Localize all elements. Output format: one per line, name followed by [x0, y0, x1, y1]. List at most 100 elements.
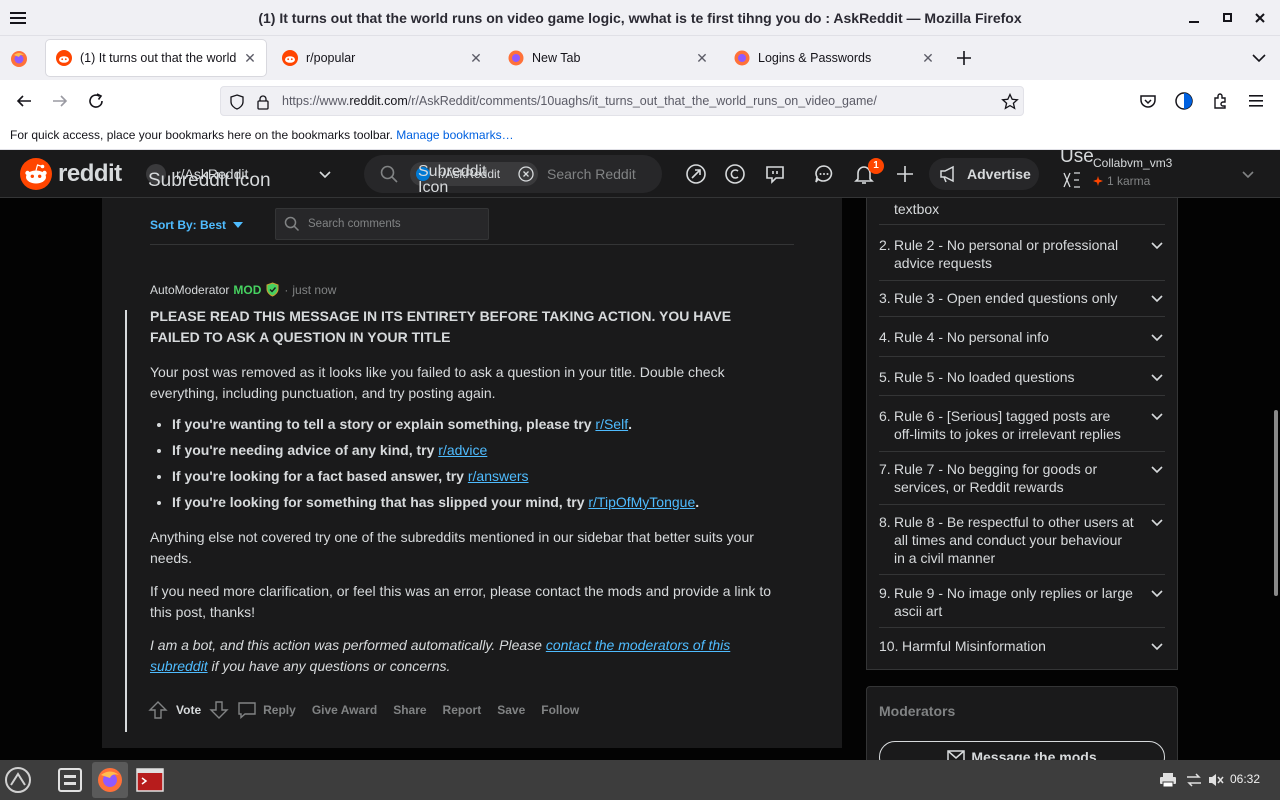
moderators-widget: Moderators Message the mods: [866, 686, 1178, 760]
reddit-wordmark[interactable]: reddit: [58, 160, 122, 188]
new-tab-plus-icon[interactable]: [954, 48, 974, 68]
pocket-icon[interactable]: [1136, 89, 1160, 113]
tab-label: New Tab: [532, 51, 581, 65]
answers-subreddit-link[interactable]: r/answers: [468, 468, 529, 484]
downvote-icon[interactable]: [209, 700, 229, 720]
message-mods-button[interactable]: Message the mods: [879, 741, 1165, 760]
user-menu[interactable]: Use Collabvm_vm3 1 karma: [1058, 150, 1280, 198]
share-button[interactable]: Share: [393, 703, 426, 717]
tab-popular[interactable]: r/popular ✕: [272, 40, 492, 76]
printer-icon[interactable]: [1158, 770, 1178, 790]
tracking-shield-icon[interactable]: [229, 94, 245, 110]
close-window-button[interactable]: [1250, 8, 1270, 28]
search-placeholder: Search Reddit: [547, 166, 636, 182]
rule-item-7[interactable]: 7. Rule 7 - No begging for goods or servi…: [879, 460, 1165, 505]
lock-icon[interactable]: [255, 94, 271, 110]
advertise-button[interactable]: Advertise: [929, 158, 1039, 190]
start-menu-icon[interactable]: [0, 762, 36, 798]
close-tab-icon[interactable]: ✕: [466, 48, 486, 68]
list-item: If you're needing advice of any kind, tr…: [172, 440, 780, 461]
chevron-down-icon: [1151, 374, 1163, 382]
url-text[interactable]: https://www.reddit.com/r/AskReddit/comme…: [282, 94, 877, 108]
thread-collapse-line[interactable]: [125, 310, 127, 732]
firefox-taskbar-icon[interactable]: [92, 762, 128, 798]
karma-icon: [1093, 176, 1103, 186]
sort-dropdown[interactable]: Sort By: Best: [150, 218, 244, 232]
username: Collabvm_vm3: [1093, 156, 1173, 170]
comment-author[interactable]: AutoModerator: [150, 283, 229, 297]
tab-logins[interactable]: Logins & Passwords ✕: [724, 40, 944, 76]
back-arrow-icon[interactable]: [12, 89, 36, 113]
chevron-down-icon: [1151, 242, 1163, 250]
comments-panel: Sort By: Best Search comments AutoModera…: [102, 198, 842, 748]
envelope-icon: [947, 750, 966, 760]
rule-item-2[interactable]: 2. Rule 2 - No personal or professional a…: [879, 236, 1165, 281]
search-icon: [284, 216, 300, 232]
coins-icon[interactable]: [723, 162, 747, 186]
forward-arrow-icon[interactable]: [48, 89, 72, 113]
popular-arrow-icon[interactable]: [684, 162, 708, 186]
close-tab-icon[interactable]: ✕: [240, 48, 260, 68]
bookmark-star-icon[interactable]: [1001, 93, 1019, 111]
talk-icon[interactable]: [763, 162, 787, 186]
close-tab-icon[interactable]: ✕: [692, 48, 712, 68]
bookmarks-toolbar: For quick access, place your bookmarks h…: [0, 122, 1280, 150]
reply-button[interactable]: Reply: [237, 701, 296, 719]
list-item: If you're looking for something that has…: [172, 492, 780, 513]
list-all-tabs-icon[interactable]: [1250, 50, 1268, 66]
clear-chip-icon[interactable]: [518, 166, 534, 182]
megaphone-icon: [940, 165, 954, 183]
rule-item-5[interactable]: 5. Rule 5 - No loaded questions: [879, 368, 1165, 396]
report-button[interactable]: Report: [443, 703, 482, 717]
chat-icon[interactable]: [812, 162, 836, 186]
rules-widget: textbox 2. Rule 2 - No personal or profes…: [866, 198, 1178, 670]
reddit-favicon-icon: [56, 50, 72, 66]
reddit-favicon-icon: [282, 50, 298, 66]
reload-icon[interactable]: [84, 89, 108, 113]
create-post-plus-icon[interactable]: [893, 162, 917, 186]
terminal-icon[interactable]: [132, 762, 168, 798]
desktop-taskbar: 06:32: [0, 760, 1280, 800]
list-item: If you're wanting to tell a story or exp…: [172, 414, 780, 435]
tab-label: r/popular: [306, 51, 356, 65]
account-icon[interactable]: [1172, 89, 1196, 113]
give-award-button[interactable]: Give Award: [312, 703, 377, 717]
page-scrollbar[interactable]: [1270, 198, 1280, 760]
comment-bubble-icon: [238, 702, 256, 719]
extensions-icon[interactable]: [1208, 89, 1232, 113]
tab-new-tab[interactable]: New Tab ✕: [498, 40, 718, 76]
file-manager-icon[interactable]: [52, 762, 88, 798]
advice-subreddit-link[interactable]: r/advice: [438, 442, 487, 458]
rule-item-4[interactable]: 4. Rule 4 - No personal info: [879, 328, 1165, 357]
rule-item-8[interactable]: 8. Rule 8 - Be respectful to other users …: [879, 513, 1165, 575]
maximize-button[interactable]: [1218, 8, 1238, 28]
url-bar[interactable]: https://www.reddit.com/r/AskReddit/comme…: [220, 86, 1024, 116]
tab-askreddit[interactable]: (1) It turns out that the world runs on …: [46, 40, 266, 76]
comment-time[interactable]: just now: [292, 283, 336, 297]
firefox-favicon-icon: [508, 50, 524, 66]
minimize-button[interactable]: [1184, 8, 1204, 28]
rule-item-10[interactable]: 10. Harmful Misinformation: [879, 637, 1165, 659]
network-icon[interactable]: [1184, 770, 1204, 790]
upvote-icon[interactable]: [148, 700, 168, 720]
rule-item-3[interactable]: 3. Rule 3 - Open ended questions only: [879, 289, 1165, 317]
tab-label: Logins & Passwords: [758, 51, 872, 65]
manage-bookmarks-link[interactable]: Manage bookmarks…: [396, 128, 513, 142]
advertise-label: Advertise: [967, 166, 1031, 182]
rule-item-6[interactable]: 6. Rule 6 - [Serious] tagged posts are of…: [879, 407, 1165, 452]
reddit-search-input[interactable]: r/AskReddit Subreddit Icon Search Reddit: [364, 155, 662, 196]
caret-down-icon: [233, 222, 244, 228]
rule-item-9[interactable]: 9. Rule 9 - No image only replies or larg…: [879, 584, 1165, 628]
scrollbar-thumb[interactable]: [1274, 410, 1278, 596]
save-button[interactable]: Save: [497, 703, 525, 717]
follow-button[interactable]: Follow: [541, 703, 579, 717]
window-title: (1) It turns out that the world runs on …: [258, 10, 1022, 26]
comment-search-input[interactable]: Search comments: [275, 208, 489, 240]
firefox-view-icon[interactable]: [10, 50, 28, 68]
self-subreddit-link[interactable]: r/Self: [595, 416, 628, 432]
reddit-logo-icon[interactable]: [20, 158, 52, 190]
close-tab-icon[interactable]: ✕: [918, 48, 938, 68]
tipofmytongue-subreddit-link[interactable]: r/TipOfMyTongue: [588, 494, 695, 510]
app-menu-icon[interactable]: [1244, 89, 1268, 113]
volume-muted-icon[interactable]: [1206, 770, 1226, 790]
